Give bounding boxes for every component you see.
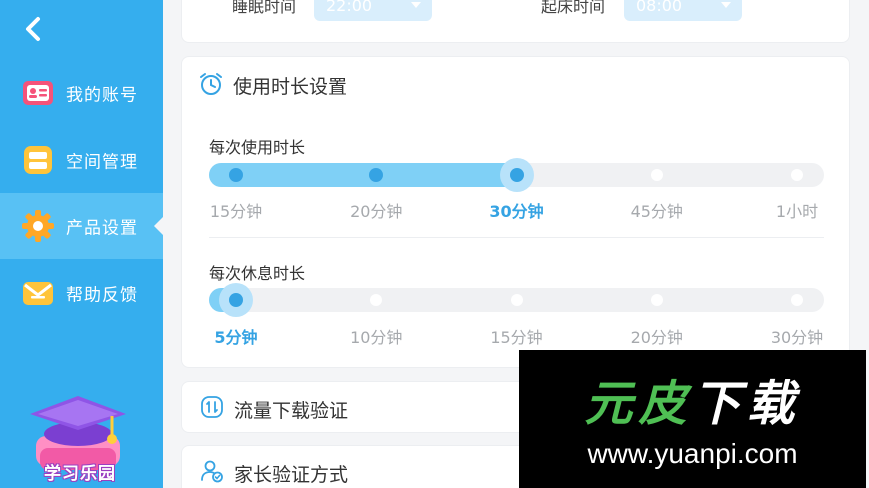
wake-time-label: 起床时间: [541, 0, 606, 16]
sidebar-item-label: 我的账号: [66, 85, 138, 106]
sleep-time-select[interactable]: 22:00: [314, 0, 432, 21]
per-rest-slider[interactable]: [209, 283, 824, 317]
slider-tick-label[interactable]: 45分钟: [617, 198, 697, 222]
traffic-download-verify-title: 流量下载验证: [234, 400, 349, 422]
storage-icon: [24, 146, 52, 174]
slider-stop[interactable]: [791, 169, 803, 181]
sidebar-item-label: 产品设置: [66, 218, 138, 239]
wake-time-value: 08:00: [636, 0, 683, 15]
back-button[interactable]: [18, 14, 48, 44]
slider-tick-label[interactable]: 20分钟: [336, 198, 416, 222]
watermark: 元皮下载 www.yuanpi.com: [519, 350, 866, 488]
chevron-left-icon: [26, 17, 40, 41]
alarm-clock-icon: [200, 73, 222, 95]
slider-tick-label[interactable]: 20分钟: [617, 324, 697, 348]
sleep-time-card: 睡眠时间 22:00 起床时间 08:00: [181, 0, 850, 43]
gear-icon: [22, 210, 54, 242]
per-rest-label: 每次休息时长: [209, 264, 306, 283]
slider-stop[interactable]: [650, 294, 663, 306]
usage-card-title: 使用时长设置: [233, 76, 348, 98]
watermark-logo: 元皮下载: [519, 364, 866, 434]
slider-tick-label[interactable]: 5分钟: [196, 324, 276, 348]
slider-tick-label[interactable]: 10分钟: [336, 324, 416, 348]
sidebar-item-account[interactable]: 我的账号: [0, 60, 163, 126]
slider-thumb[interactable]: [219, 283, 253, 317]
slider-tick-label[interactable]: 30分钟: [477, 198, 557, 222]
user-shield-icon: [201, 460, 223, 483]
sidebar-item-storage[interactable]: 空间管理: [0, 127, 163, 193]
slider-stop[interactable]: [229, 168, 243, 182]
per-use-slider[interactable]: [209, 158, 824, 192]
sleep-time-value: 22:00: [326, 0, 373, 15]
slider-tick-label[interactable]: 15分钟: [477, 324, 557, 348]
data-transfer-icon: [201, 396, 223, 418]
account-card-icon: [23, 81, 53, 105]
slider-stop[interactable]: [650, 169, 663, 181]
sidebar-item-help[interactable]: 帮助反馈: [0, 260, 163, 326]
wake-time-select[interactable]: 08:00: [624, 0, 742, 21]
slider-stop[interactable]: [510, 294, 523, 306]
sidebar-item-settings[interactable]: 产品设置: [0, 193, 163, 259]
slider-tick-label[interactable]: 1小时: [757, 198, 837, 222]
chevron-down-icon: [721, 2, 731, 8]
chevron-down-icon: [411, 2, 421, 8]
watermark-logo-part2: 下载: [692, 376, 801, 432]
mail-icon: [23, 282, 53, 305]
divider: [209, 237, 824, 238]
slider-tick-label[interactable]: 30分钟: [757, 324, 837, 348]
slider-thumb[interactable]: [499, 158, 534, 192]
slider-stop[interactable]: [370, 294, 383, 306]
sidebar-item-label: 空间管理: [66, 152, 138, 173]
usage-duration-card: 使用时长设置 每次使用时长 15分钟 20分钟 30分钟 45分钟 1小时 每次休息时长…: [181, 56, 850, 368]
watermark-url: www.yuanpi.com: [587, 438, 798, 469]
sidebar: 我的账号 空间管理 产品设置 帮助反馈 学习乐园: [0, 0, 163, 488]
parent-verify-method-title: 家长验证方式: [234, 464, 349, 486]
sleep-time-label: 睡眠时间: [232, 0, 297, 16]
slider-stop[interactable]: [791, 294, 803, 306]
sidebar-item-label: 帮助反馈: [66, 285, 138, 306]
watermark-logo-part1: 元皮: [584, 376, 693, 432]
mascot-label: 学习乐园: [44, 464, 116, 484]
slider-tick-label[interactable]: 15分钟: [196, 198, 276, 222]
per-use-label: 每次使用时长: [209, 138, 306, 157]
